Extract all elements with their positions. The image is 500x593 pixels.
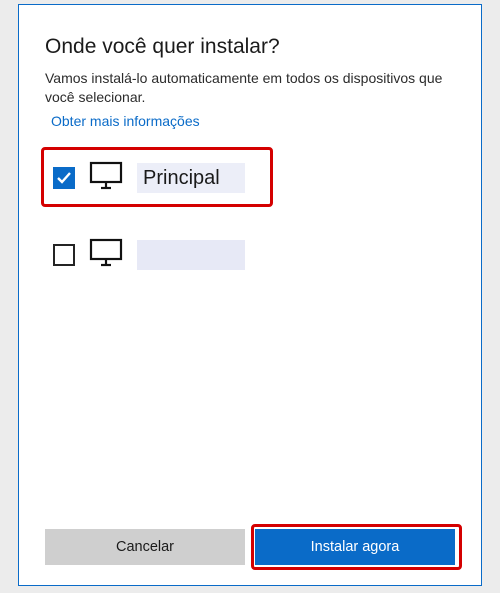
device-row-second[interactable] [45,226,455,285]
dialog-title: Onde você quer instalar? [45,35,455,59]
device-row-principal[interactable]: Principal [45,149,455,208]
device-list: Principal [45,149,455,285]
device-label: Principal [137,163,245,193]
desktop-icon [89,238,123,273]
device-checkbox[interactable] [53,167,75,189]
device-checkbox[interactable] [53,244,75,266]
button-row: Cancelar Instalar agora [45,529,455,565]
dialog-subtitle: Vamos instalá-lo automaticamente em todo… [45,69,455,107]
more-info-link[interactable]: Obter mais informações [51,113,455,129]
install-dialog: Onde você quer instalar? Vamos instalá-l… [18,4,482,586]
desktop-icon [89,161,123,196]
check-icon [56,170,72,186]
install-button[interactable]: Instalar agora [255,529,455,565]
device-label [137,240,245,270]
cancel-button[interactable]: Cancelar [45,529,245,565]
